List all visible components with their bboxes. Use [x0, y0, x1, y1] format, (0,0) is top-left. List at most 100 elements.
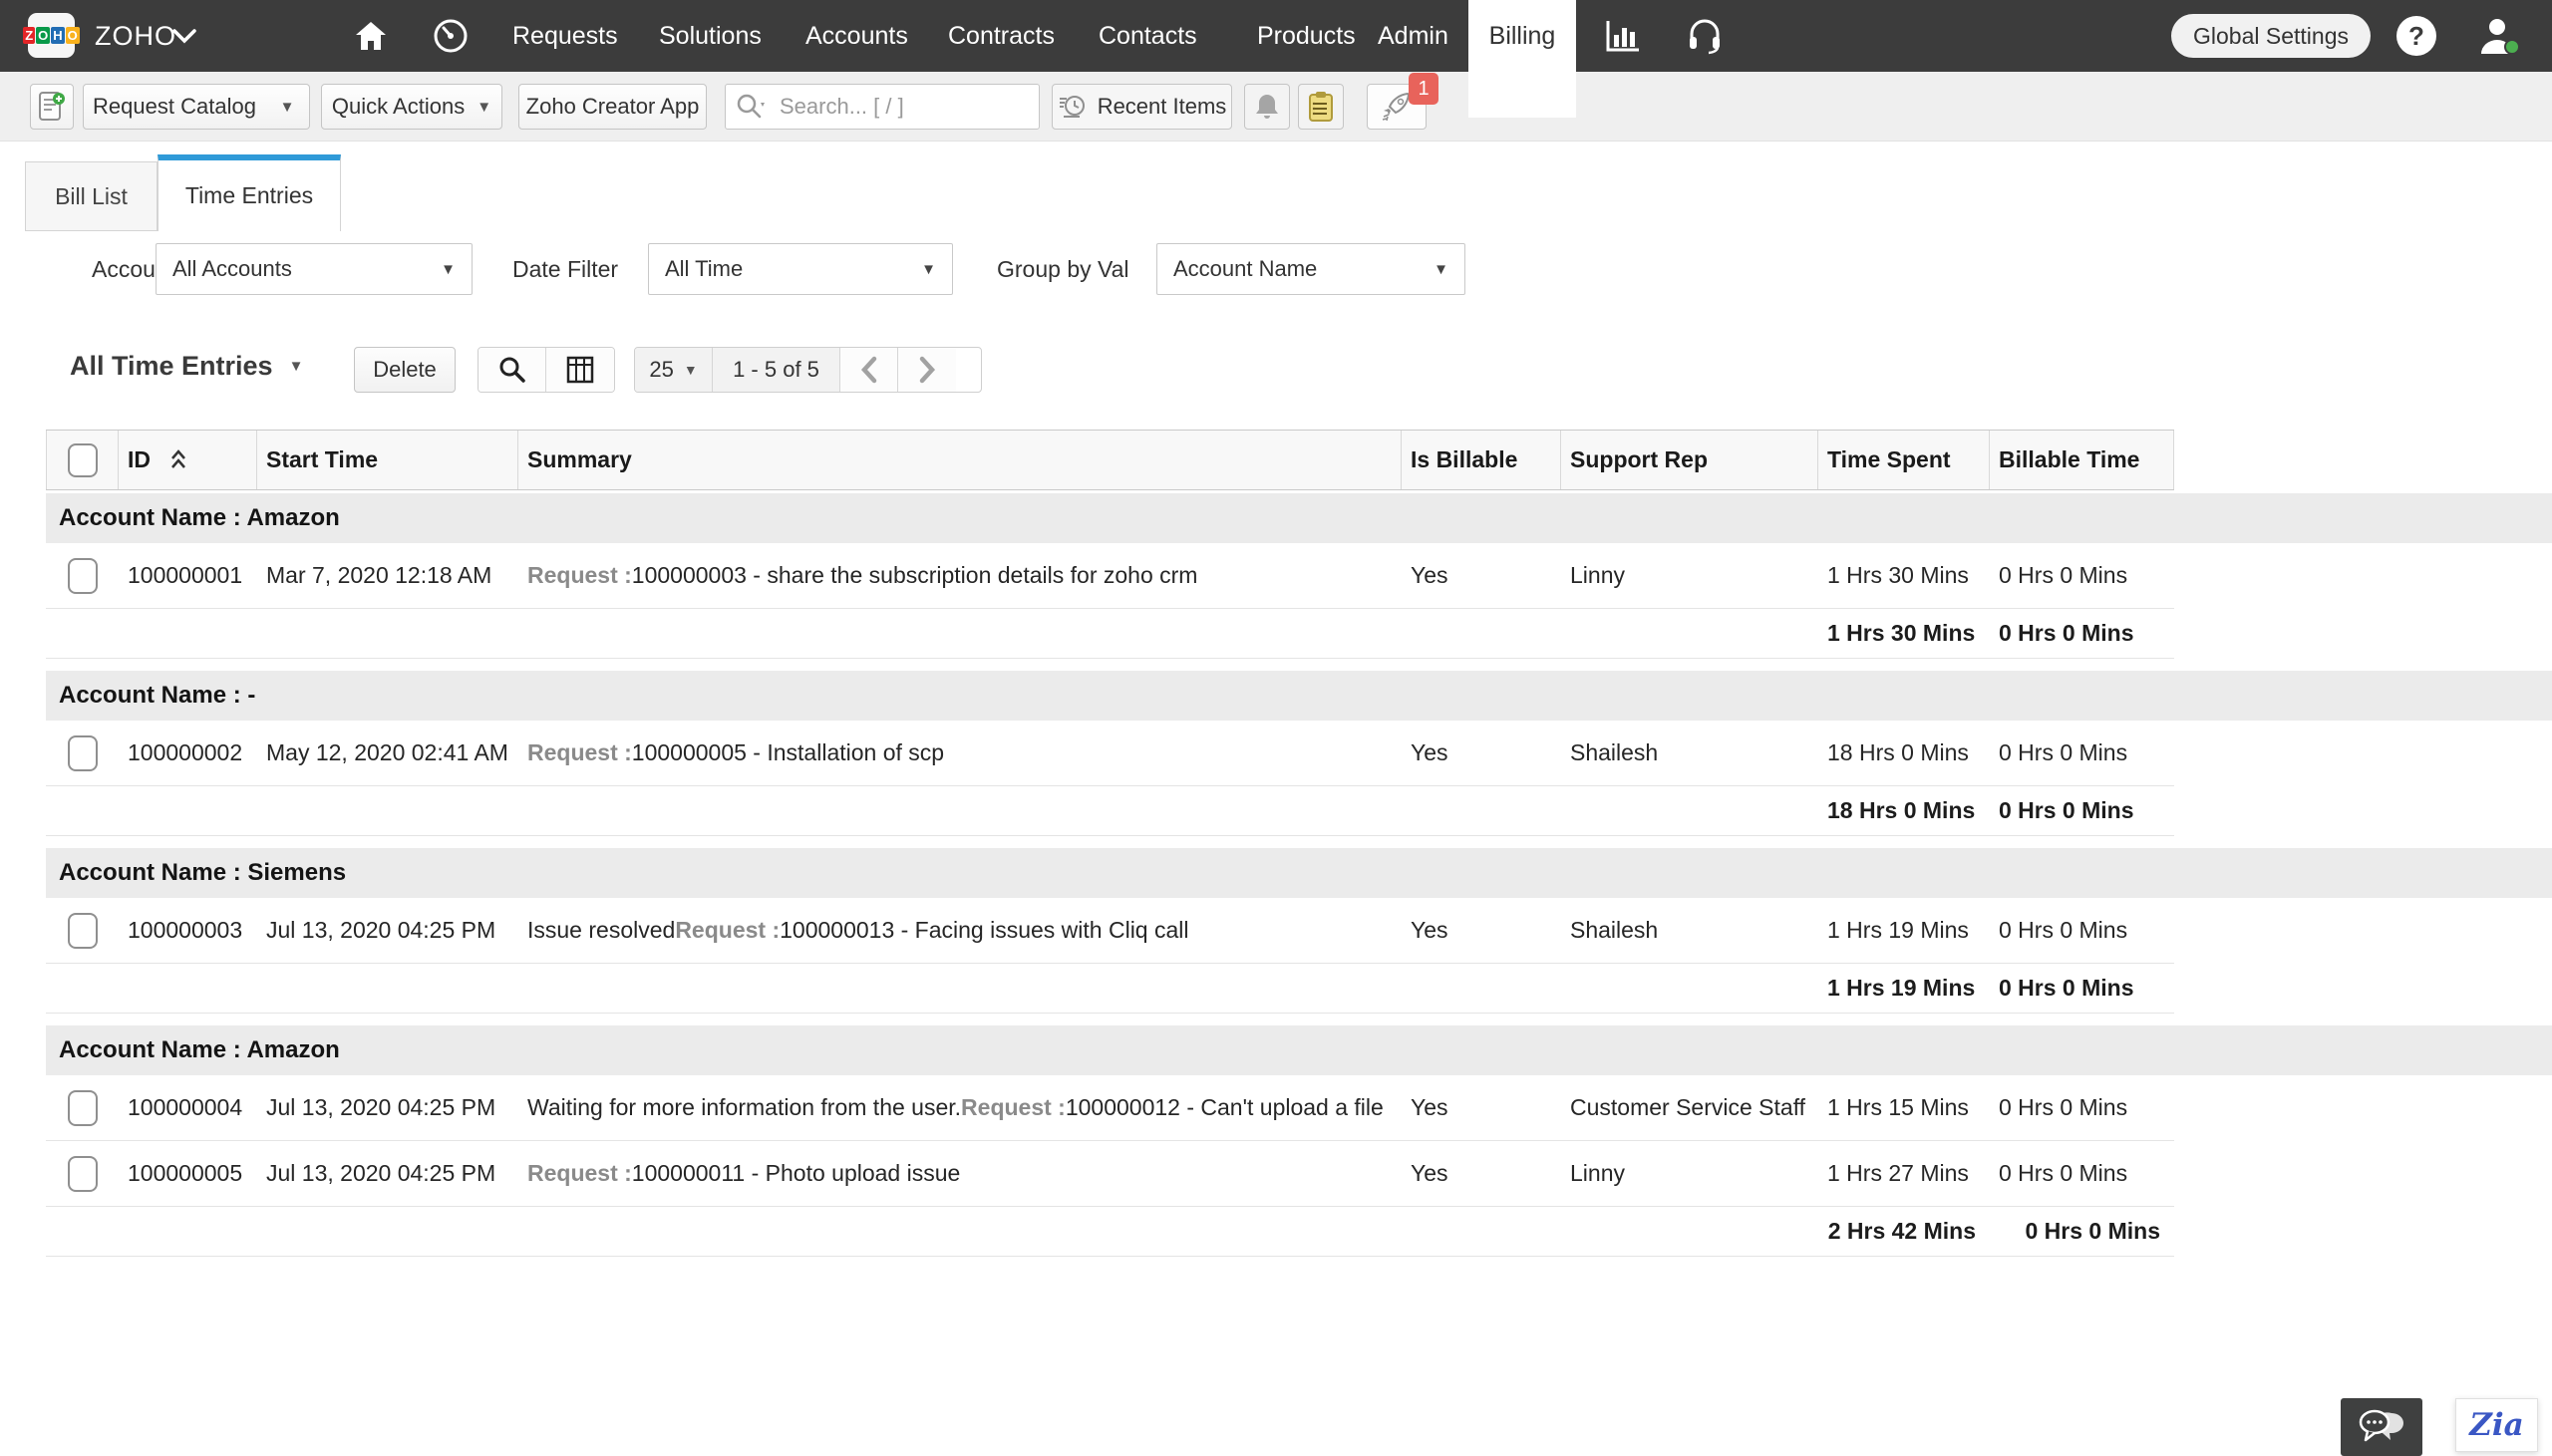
cell-is-billable: Yes [1402, 1141, 1561, 1206]
row-checkbox-cell [46, 721, 119, 785]
time-entry-row[interactable]: 100000005Jul 13, 2020 04:25 PMRequest : … [46, 1141, 2174, 1207]
request-catalog-dropdown[interactable]: ▼ [265, 84, 310, 130]
home-icon[interactable] [354, 0, 388, 72]
select-all-checkbox[interactable] [68, 443, 98, 477]
group-by-select[interactable]: Account Name▼ [1156, 243, 1465, 295]
cell-id: 100000005 [119, 1141, 257, 1206]
prev-page-button[interactable] [840, 348, 898, 392]
column-header-id[interactable]: ID [119, 431, 257, 489]
cell-start-time: Mar 7, 2020 12:18 AM [257, 543, 518, 608]
subtotal-time-spent: 2 Hrs 42 Mins [1818, 1207, 1990, 1256]
zoho-creator-app-button[interactable]: Zoho Creator App [518, 84, 707, 130]
summary-text: 100000011 - Photo upload issue [632, 1160, 961, 1187]
nav-item-accounts[interactable]: Accounts [805, 0, 908, 72]
zoho-logo[interactable]: ZOHO [28, 13, 75, 58]
nav-item-requests[interactable]: Requests [512, 0, 618, 72]
row-checkbox-cell [46, 898, 119, 963]
live-chat-button[interactable] [2341, 1398, 2422, 1456]
cell-id: 100000003 [119, 898, 257, 963]
zia-assistant-button[interactable]: Zia [2455, 1398, 2538, 1452]
column-header-label: ID [128, 446, 151, 473]
time-entries-table: ID Start Time Summary Is Billable Suppor… [46, 430, 2552, 1257]
cell-start-time: Jul 13, 2020 04:25 PM [257, 1141, 518, 1206]
time-entry-row[interactable]: 100000001Mar 7, 2020 12:18 AMRequest : 1… [46, 543, 2174, 609]
grand-total-row: 2 Hrs 42 Mins0 Hrs 0 Mins [46, 1207, 2174, 1257]
summary-text: 100000003 - share the subscription detai… [632, 562, 1198, 589]
column-header-billable-time[interactable]: Billable Time [1990, 431, 2174, 489]
cell-start-time: Jul 13, 2020 04:25 PM [257, 1075, 518, 1140]
global-settings-button[interactable]: Global Settings [2171, 14, 2371, 58]
quick-actions-button[interactable]: Quick Actions ▼ [321, 84, 502, 130]
row-checkbox-cell [46, 543, 119, 608]
chevron-right-icon [916, 356, 938, 384]
logo-letter: H [51, 27, 64, 44]
column-header-time-spent[interactable]: Time Spent [1818, 431, 1990, 489]
column-header-is-billable[interactable]: Is Billable [1402, 431, 1561, 489]
search-icon[interactable] [736, 93, 766, 121]
nav-item-products[interactable]: Products [1257, 0, 1356, 72]
user-avatar[interactable] [2476, 0, 2522, 72]
row-checkbox-cell [46, 1075, 119, 1140]
cell-billable-time: 0 Hrs 0 Mins [1990, 1141, 2174, 1206]
row-checkbox[interactable] [68, 558, 98, 594]
chevron-down-icon: ▼ [441, 261, 456, 278]
date-filter-select[interactable]: All Time▼ [648, 243, 953, 295]
row-checkbox[interactable] [68, 1156, 98, 1192]
group-subtotal-row: 1 Hrs 19 Mins0 Hrs 0 Mins [46, 964, 2174, 1014]
cell-start-time: Jul 13, 2020 04:25 PM [257, 898, 518, 963]
request-catalog-button[interactable]: Request Catalog [83, 84, 266, 130]
column-header-summary[interactable]: Summary [518, 431, 1402, 489]
nav-item-solutions[interactable]: Solutions [659, 0, 762, 72]
cell-summary: Request : 100000005 - Installation of sc… [518, 721, 1402, 785]
page-size-select[interactable]: 25▼ [635, 348, 713, 392]
list-search-button[interactable] [478, 348, 546, 392]
column-grid-button[interactable] [546, 348, 614, 392]
notifications-button[interactable] [1244, 84, 1290, 130]
tasks-clipboard-button[interactable] [1298, 84, 1344, 130]
clipboard-icon [1307, 91, 1335, 123]
dashboard-gauge-icon[interactable] [432, 0, 470, 72]
time-entry-row[interactable]: 100000003Jul 13, 2020 04:25 PMIssue reso… [46, 898, 2174, 964]
reports-chart-icon[interactable] [1605, 0, 1641, 72]
tab-bill-list[interactable]: Bill List [25, 161, 158, 231]
summary-text: 100000005 - Installation of scp [632, 739, 944, 766]
request-form-icon [38, 91, 66, 123]
cell-support-rep: Shailesh [1561, 721, 1818, 785]
chevron-down-icon: ▼ [280, 99, 295, 116]
cell-id: 100000002 [119, 721, 257, 785]
pagination-range: 1 - 5 of 5 [713, 348, 840, 392]
nav-item-contacts[interactable]: Contacts [1099, 0, 1197, 72]
chevron-down-icon: ▼ [477, 99, 491, 116]
cell-id: 100000004 [119, 1075, 257, 1140]
search-input[interactable] [780, 94, 999, 120]
recent-items-button[interactable]: Recent Items [1052, 84, 1232, 130]
cell-time-spent: 1 Hrs 15 Mins [1818, 1075, 1990, 1140]
nav-item-contracts[interactable]: Contracts [948, 0, 1055, 72]
column-header-start-time[interactable]: Start Time [257, 431, 518, 489]
nav-item-billing-active[interactable]: Billing [1468, 0, 1576, 118]
search-icon [498, 356, 526, 384]
quick-actions-label: Quick Actions [332, 94, 465, 120]
next-page-button[interactable] [898, 348, 956, 392]
headset-icon[interactable] [1687, 0, 1723, 72]
subtotal-billable-time: 0 Hrs 0 Mins [1990, 1207, 2174, 1256]
row-checkbox[interactable] [68, 735, 98, 771]
help-button[interactable]: ? [2396, 16, 2436, 56]
column-header-support-rep[interactable]: Support Rep [1561, 431, 1818, 489]
delete-button[interactable]: Delete [354, 347, 456, 393]
time-entry-row[interactable]: 100000002May 12, 2020 02:41 AMRequest : … [46, 721, 2174, 786]
list-view-selector[interactable]: All Time Entries▼ [70, 351, 303, 382]
whats-new-rocket-button[interactable]: 1 [1367, 84, 1427, 130]
account-filter-select[interactable]: All Accounts▼ [156, 243, 473, 295]
cell-support-rep: Shailesh [1561, 898, 1818, 963]
brand-chevron-down-icon[interactable] [171, 0, 197, 72]
new-request-button[interactable] [30, 84, 74, 130]
tab-time-entries[interactable]: Time Entries [158, 154, 341, 231]
nav-item-admin[interactable]: Admin [1378, 0, 1448, 72]
bell-icon [1254, 93, 1280, 121]
time-entry-row[interactable]: 100000004Jul 13, 2020 04:25 PMWaiting fo… [46, 1075, 2174, 1141]
notification-badge: 1 [1409, 73, 1438, 105]
chevron-down-icon: ▼ [289, 358, 304, 375]
row-checkbox[interactable] [68, 1090, 98, 1126]
row-checkbox[interactable] [68, 913, 98, 949]
